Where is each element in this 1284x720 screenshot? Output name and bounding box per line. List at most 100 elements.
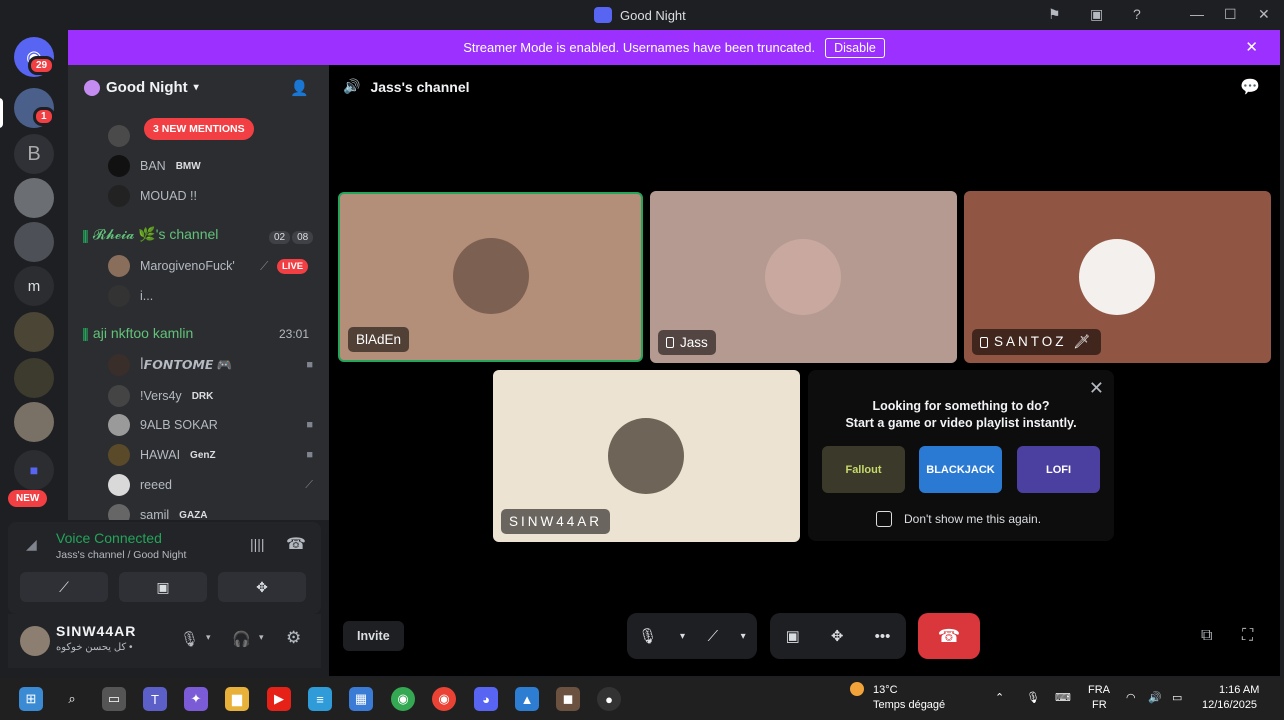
copilot-icon[interactable]: ✦ [184, 687, 208, 711]
help-icon[interactable]: ? [1133, 6, 1141, 22]
server-header[interactable]: Good Night ▾ [84, 79, 199, 96]
add-member-icon[interactable]: 👤 [290, 79, 309, 97]
teams-icon[interactable]: T [143, 687, 167, 711]
voice-channel-aji[interactable]: ||| aji nkftoo kamlin [82, 325, 193, 341]
server-8[interactable] [14, 402, 54, 442]
activity-card-blackjack[interactable]: BLACKJACK [919, 446, 1002, 493]
server-b[interactable]: B [14, 134, 54, 174]
clock-time[interactable]: 1:16 AM [1219, 684, 1259, 696]
voice-status[interactable]: Voice Connected [56, 530, 162, 546]
keyboard-icon[interactable]: ⌨ [1055, 691, 1071, 704]
chrome-icon[interactable]: ◉ [432, 687, 456, 711]
chevron-down-icon[interactable]: ▾ [680, 631, 685, 642]
youtube-icon[interactable]: ▶ [267, 687, 291, 711]
volume-icon[interactable]: 🔊 [1148, 691, 1162, 704]
disable-button[interactable]: Disable [825, 37, 885, 58]
activities-button[interactable]: ✥ [218, 572, 306, 602]
noise-suppression-icon[interactable]: |||| [250, 536, 265, 552]
dont-show-checkbox[interactable] [876, 511, 892, 527]
custom-status: كل يحسن خوكوه • [56, 642, 133, 653]
hang-up-button[interactable]: ☎ [918, 613, 980, 659]
activities-icon[interactable]: ✥ [831, 627, 844, 645]
participant-tile[interactable]: BlAdEn [338, 192, 643, 362]
task-view-icon[interactable]: ▭ [102, 687, 126, 711]
share-screen-icon[interactable]: ▣ [786, 627, 800, 645]
flag-icon[interactable]: ⚑ [1048, 6, 1061, 23]
fullscreen-icon[interactable]: ⛶ [1242, 627, 1253, 645]
member-item[interactable]: 9ALB SOKAR [108, 414, 218, 436]
member-item[interactable]: MOUAD !! [108, 185, 197, 207]
wifi-icon[interactable]: ◠ [1126, 691, 1136, 704]
member-item[interactable]: i... [108, 285, 153, 307]
taskbar: ⊞ ⌕ ▭ T ✦ ▆ ▶ ≡ ▦ ◉ ◉ ◕ ▲ ◼ ● 13°C Temps… [0, 678, 1284, 720]
banner-close-icon[interactable]: ✕ [1245, 38, 1258, 56]
banner-message: Streamer Mode is enabled. Usernames have… [463, 40, 816, 55]
server-m[interactable]: m [14, 266, 54, 306]
member-item[interactable]: BAN BMW [108, 155, 201, 177]
member-item[interactable] [108, 125, 140, 147]
game-icon[interactable]: ◼ [556, 687, 580, 711]
close-icon[interactable]: ✕ [1258, 6, 1270, 23]
chevron-down-icon[interactable]: ▾ [741, 631, 746, 642]
search-icon[interactable]: ⌕ [60, 687, 84, 711]
share-screen-button[interactable]: ▣ [119, 572, 207, 602]
member-item[interactable]: ꟾ𝙁𝙊𝙉𝙏𝙊𝙈𝙀 🎮 [108, 354, 232, 376]
server-7[interactable] [14, 358, 54, 398]
microphone-icon[interactable]: 🎙 [1026, 691, 1040, 704]
obs-icon[interactable]: ● [597, 687, 621, 711]
avatar[interactable] [20, 626, 50, 656]
participant-tile[interactable]: Jass [650, 191, 957, 363]
member-tag: GAZA [179, 509, 208, 521]
new-mentions-pill[interactable]: 3 NEW MENTIONS [144, 118, 254, 140]
chrome-profile-icon[interactable]: ◉ [391, 687, 415, 711]
avatar [108, 385, 130, 407]
microphone-icon[interactable]: 🎙 [638, 627, 657, 645]
file-explorer-icon[interactable]: ▆ [225, 687, 249, 711]
maximize-icon[interactable]: ☐ [1224, 6, 1237, 23]
server-3[interactable] [14, 178, 54, 218]
participant-tile[interactable]: SANTOZ 🗡 [964, 191, 1271, 363]
activity-card-lofi[interactable]: LOFI [1017, 446, 1100, 493]
folder-icon[interactable]: ■ [14, 450, 54, 490]
chevron-up-icon[interactable]: ⌃ [995, 691, 1004, 704]
chat-bubble-icon[interactable]: 💬 [1240, 77, 1260, 97]
language-top[interactable]: FRA [1088, 684, 1110, 696]
inbox-icon[interactable]: ▣ [1090, 6, 1103, 23]
weather-desc[interactable]: Temps dégagé [873, 699, 945, 711]
weather-temp[interactable]: 13°C [873, 684, 898, 696]
gear-icon[interactable]: ⚙ [286, 628, 301, 648]
member-item[interactable]: samil GAZA [108, 504, 208, 520]
participant-tile[interactable]: SINW44AR [493, 370, 800, 542]
minimize-icon[interactable]: — [1190, 6, 1204, 22]
headphones-icon[interactable]: 🎧 [232, 630, 251, 648]
clock-date[interactable]: 12/16/2025 [1202, 699, 1257, 711]
member-item[interactable]: !Vers4y DRK [108, 385, 213, 407]
store-icon[interactable]: ▦ [349, 687, 373, 711]
pop-out-icon[interactable]: ⧉ [1201, 627, 1212, 645]
disconnect-icon[interactable]: ☎ [286, 534, 306, 554]
invite-button[interactable]: Invite [343, 621, 404, 651]
server-4[interactable] [14, 222, 54, 262]
member-item[interactable]: reeed [108, 474, 172, 496]
photos-icon[interactable]: ▲ [515, 687, 539, 711]
windows-start-icon[interactable]: ⊞ [19, 687, 43, 711]
camera-off-icon[interactable]: ⟋ [708, 628, 719, 645]
close-icon[interactable]: ✕ [1089, 378, 1104, 399]
chevron-down-icon[interactable]: ▾ [206, 632, 211, 643]
microphone-icon[interactable]: 🎙 [180, 630, 199, 648]
battery-icon[interactable]: ▭ [1172, 691, 1182, 704]
discord-icon[interactable]: ◕ [474, 687, 498, 711]
chevron-down-icon[interactable]: ▾ [259, 632, 264, 643]
more-icon[interactable]: ••• [875, 628, 891, 645]
member-item[interactable]: MarogivenoFuck' [108, 255, 235, 277]
camera-off-button[interactable]: ⟋ [20, 572, 108, 602]
server-6[interactable] [14, 312, 54, 352]
activity-card-fallout[interactable]: Fallout [822, 446, 905, 493]
language-bottom[interactable]: FR [1092, 699, 1107, 711]
voice-channel-rheia[interactable]: ||| 𝓡𝓱𝓮𝓲𝓪 🌿's channel [82, 226, 218, 243]
member-item[interactable]: HAWAI GenZ [108, 444, 216, 466]
member-tag: BMW [175, 160, 201, 172]
signal-icon[interactable]: ◢ [26, 536, 37, 553]
notepad-icon[interactable]: ≡ [308, 687, 332, 711]
avatar [108, 285, 130, 307]
